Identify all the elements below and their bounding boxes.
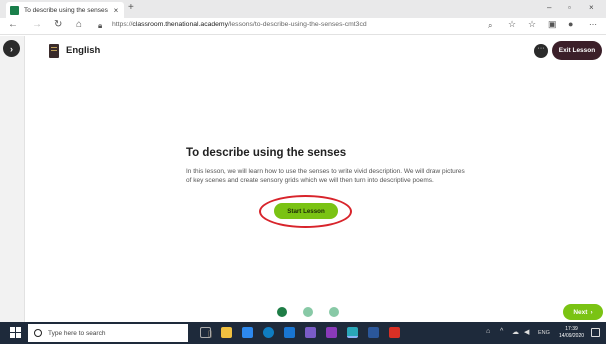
site-favicon-icon bbox=[10, 5, 19, 15]
lock-icon: 🔒︎ bbox=[98, 21, 103, 30]
book-icon bbox=[49, 44, 59, 58]
onenote-icon[interactable] bbox=[326, 327, 337, 338]
page-dot-3[interactable] bbox=[329, 307, 339, 317]
tray-chevron-up-icon[interactable]: ^ bbox=[500, 328, 503, 335]
tab-title: To describe using the senses bbox=[24, 6, 108, 14]
task-view-icon[interactable] bbox=[200, 327, 211, 338]
clock-time: 17:39 bbox=[565, 326, 578, 332]
outlook-icon[interactable] bbox=[284, 327, 295, 338]
exit-lesson-button[interactable]: Exit Lesson bbox=[552, 41, 602, 60]
next-label: Next bbox=[573, 308, 588, 316]
tray-language[interactable]: ENG bbox=[538, 330, 550, 336]
minimize-icon[interactable]: – bbox=[547, 3, 551, 12]
edge-icon[interactable] bbox=[263, 327, 274, 338]
tray-network-icon[interactable]: ☁ bbox=[512, 328, 519, 336]
acrobat-icon[interactable] bbox=[389, 327, 400, 338]
browser-taskbar-icon[interactable] bbox=[347, 327, 358, 338]
windows-taskbar: Type here to search ⌂ ^ ☁ ◀ ENG 17:39 14… bbox=[0, 322, 606, 344]
browser-address-bar: ← → ↻ ⌂ 🔒︎ https://classroom.thenational… bbox=[0, 18, 606, 35]
teams-icon[interactable] bbox=[305, 327, 316, 338]
tray-volume-icon[interactable]: ◀ bbox=[524, 328, 529, 336]
favorites-icon[interactable]: ☆ bbox=[528, 19, 536, 30]
chevron-right-icon: › bbox=[590, 308, 593, 316]
lesson-title: To describe using the senses bbox=[186, 147, 347, 159]
favorite-star-icon[interactable]: ☆ bbox=[508, 19, 516, 30]
home-icon[interactable]: ⌂ bbox=[76, 19, 82, 30]
left-rail: › bbox=[0, 36, 25, 322]
collections-icon[interactable]: ▣ bbox=[548, 19, 557, 30]
page-dot-2[interactable] bbox=[303, 307, 313, 317]
new-tab-icon[interactable]: + bbox=[128, 2, 134, 13]
clock-date: 14/09/2020 bbox=[559, 333, 585, 339]
page-dot-1[interactable] bbox=[277, 307, 287, 317]
window-close-icon[interactable]: × bbox=[589, 3, 594, 12]
taskbar-clock[interactable]: 17:39 14/09/2020 bbox=[559, 326, 584, 340]
profile-icon[interactable]: ● bbox=[568, 19, 573, 29]
subject-title: English bbox=[66, 45, 101, 56]
cortana-icon bbox=[34, 329, 42, 337]
browser-tab-bar: To describe using the senses × + – ▫ × bbox=[0, 0, 606, 18]
browser-tab[interactable]: To describe using the senses × bbox=[6, 2, 124, 18]
file-explorer-icon[interactable] bbox=[221, 327, 232, 338]
screen: To describe using the senses × + – ▫ × ←… bbox=[0, 0, 606, 344]
taskbar-search-input[interactable]: Type here to search bbox=[28, 324, 212, 342]
zoom-icon[interactable]: ⌕ bbox=[488, 21, 492, 31]
settings-more-icon[interactable]: ⋯ bbox=[589, 20, 597, 29]
highlight-annotation-ring bbox=[259, 195, 352, 228]
expand-rail-button[interactable]: › bbox=[3, 40, 20, 57]
back-icon[interactable]: ← bbox=[8, 19, 18, 30]
search-placeholder: Type here to search bbox=[48, 329, 106, 337]
tray-people-icon[interactable]: ⌂ bbox=[486, 328, 490, 335]
more-options-button[interactable]: ··· bbox=[534, 44, 548, 58]
word-icon[interactable] bbox=[368, 327, 379, 338]
forward-icon[interactable]: → bbox=[32, 19, 42, 30]
store-icon[interactable] bbox=[242, 327, 253, 338]
next-button[interactable]: Next › bbox=[563, 304, 603, 320]
refresh-icon[interactable]: ↻ bbox=[54, 19, 62, 30]
url-field[interactable]: https://classroom.thenational.academy/le… bbox=[112, 21, 367, 28]
lesson-description: In this lesson, we will learn how to use… bbox=[186, 168, 465, 184]
tab-close-icon[interactable]: × bbox=[112, 6, 120, 15]
maximize-icon[interactable]: ▫ bbox=[568, 3, 571, 12]
notification-icon[interactable] bbox=[591, 328, 600, 337]
windows-start-icon[interactable] bbox=[10, 327, 21, 338]
